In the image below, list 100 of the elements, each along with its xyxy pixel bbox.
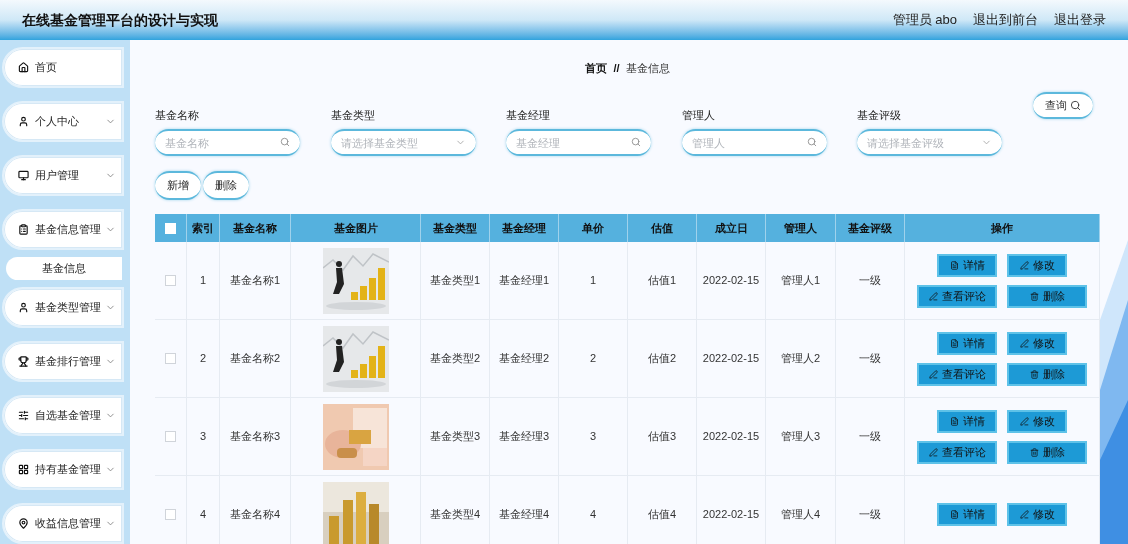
table-cell-text: 2022-02-15	[702, 507, 760, 523]
input-field[interactable]: 管理人	[681, 129, 827, 156]
table-cell-text: 一级	[859, 507, 881, 523]
action-button[interactable]: 修改	[1007, 253, 1067, 277]
column-header: 管理人	[766, 214, 836, 242]
breadcrumb-item[interactable]: 首页	[585, 60, 608, 77]
table-cell-text: 基金名称4	[229, 507, 281, 523]
action-button[interactable]: 删除	[1007, 284, 1087, 308]
checkbox[interactable]	[165, 353, 176, 364]
table-cell-text: 基金经理4	[498, 507, 550, 523]
column-header: 成立日	[697, 214, 766, 242]
pen-icon	[928, 447, 938, 457]
header-link[interactable]: 退出到前台	[973, 10, 1038, 30]
breadcrumb-item: 基金信息	[625, 61, 670, 76]
sidebar-item[interactable]: 个人中心	[2, 101, 124, 142]
action-button[interactable]: 删除	[1007, 440, 1087, 464]
table-cell-text: 4	[589, 507, 597, 523]
sidebar-subitem[interactable]: 基金信息	[6, 257, 122, 280]
action-button[interactable]: 查看评论	[917, 284, 997, 308]
pen-icon	[1019, 510, 1029, 519]
table-cell-text: 管理人1	[780, 273, 821, 289]
action-button[interactable]: 修改	[1007, 409, 1067, 433]
table-cell-text: 管理人3	[780, 429, 821, 445]
table-cell-text: 一级	[859, 429, 881, 445]
action-button[interactable]: 详情	[937, 331, 997, 355]
filter-label: 基金经理	[506, 107, 552, 123]
sidebar-item[interactable]: 首页	[2, 47, 124, 88]
breadcrumb-separator: //	[613, 61, 620, 76]
action-button[interactable]: 修改	[1007, 503, 1067, 526]
column-header: 基金名称	[220, 214, 291, 242]
action-button[interactable]: 查看评论	[917, 362, 997, 386]
action-button[interactable]: 详情	[937, 503, 997, 526]
select-field[interactable]: 请选择基金评级	[857, 129, 1003, 156]
action-button[interactable]: 修改	[1007, 331, 1067, 355]
table-cell-text: 2022-02-15	[702, 273, 760, 289]
sidebar-item[interactable]: 基金信息管理	[2, 209, 124, 250]
pen-icon	[1019, 338, 1029, 348]
monitor-icon	[18, 170, 29, 181]
checkbox[interactable]	[165, 275, 176, 286]
sliders-icon	[18, 410, 29, 421]
action-button[interactable]: 查看评论	[917, 440, 997, 464]
add-button[interactable]: 新增	[155, 171, 201, 200]
pen-icon	[928, 291, 938, 301]
app-title: 在线基金管理平台的设计与实现	[22, 10, 218, 30]
checkbox[interactable]	[165, 431, 176, 442]
table-cell-text: 2	[589, 351, 597, 367]
delete-button[interactable]: 删除	[203, 171, 249, 200]
checkbox[interactable]	[165, 509, 176, 520]
search-icon	[806, 137, 817, 147]
sidebar-item[interactable]: 基金类型管理	[2, 287, 124, 328]
table-cell-text: 基金名称1	[229, 273, 281, 289]
sidebar-item[interactable]: 自选基金管理	[2, 395, 124, 436]
clipboard-icon	[18, 224, 29, 235]
select-field[interactable]: 请选择基金类型	[330, 129, 476, 156]
table-cell-text: 基金经理3	[498, 429, 550, 445]
sidebar-item[interactable]: 用户管理	[2, 155, 124, 196]
query-button[interactable]: 查询	[1033, 91, 1093, 119]
table-cell-text: 基金类型1	[429, 273, 481, 289]
column-header: 操作	[905, 214, 1100, 242]
trash-icon	[1029, 369, 1039, 379]
sidebar-item[interactable]: 基金排行管理	[2, 341, 124, 382]
table-cell-text: 估值1	[647, 273, 677, 289]
table-cell-text: 基金经理1	[498, 273, 550, 289]
column-header: 基金图片	[291, 214, 421, 242]
user-icon	[18, 116, 29, 127]
action-button[interactable]: 删除	[1007, 362, 1087, 386]
table-cell-text: 估值2	[647, 351, 677, 367]
search-icon	[1070, 99, 1081, 111]
input-field[interactable]: 基金名称	[155, 129, 300, 156]
action-button[interactable]: 详情	[937, 409, 997, 433]
table-cell-text: 基金类型3	[429, 429, 481, 445]
document-icon	[949, 260, 959, 270]
column-header: 基金评级	[836, 214, 905, 242]
table-cell-text: 一级	[859, 351, 881, 367]
user-icon	[18, 302, 29, 313]
input-field[interactable]: 基金经理	[506, 129, 652, 156]
table-cell-text: 基金类型2	[429, 351, 481, 367]
search-icon	[280, 137, 290, 147]
action-button[interactable]: 详情	[937, 253, 997, 277]
column-header: 基金经理	[490, 214, 559, 242]
filter-label: 基金名称	[155, 107, 200, 123]
column-header: 估值	[628, 214, 697, 242]
table-cell-text: 2	[199, 351, 207, 367]
table-cell-text: 1	[589, 273, 597, 289]
sidebar-item[interactable]: 收益信息管理	[2, 503, 124, 544]
search-icon	[631, 137, 642, 147]
document-icon	[949, 510, 959, 519]
table-cell-text: 管理人4	[780, 507, 821, 523]
table-cell-text: 基金名称2	[229, 351, 281, 367]
document-icon	[949, 416, 959, 426]
table-cell-text: 基金类型4	[429, 507, 481, 523]
table-cell-text: 一级	[859, 273, 881, 289]
pen-icon	[1019, 260, 1029, 270]
filter-label: 基金类型	[330, 107, 376, 123]
table-cell-text: 3	[589, 429, 597, 445]
header-link[interactable]: 退出登录	[1054, 10, 1106, 30]
table-cell-text: 1	[199, 273, 207, 289]
pin-icon	[18, 518, 29, 529]
table-cell-text: 管理人2	[780, 351, 821, 367]
sidebar-item[interactable]: 持有基金管理	[2, 449, 124, 490]
